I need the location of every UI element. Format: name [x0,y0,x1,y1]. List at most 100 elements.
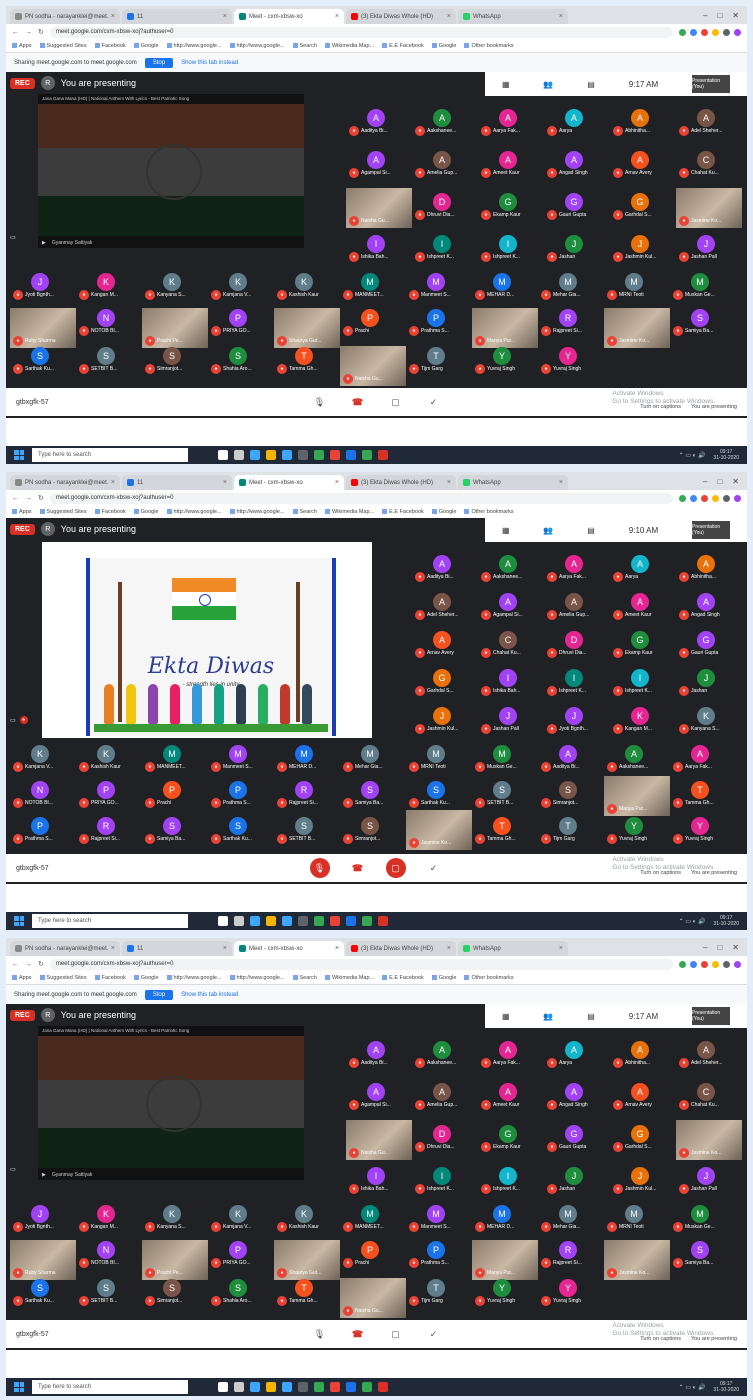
participant-tile[interactable]: A ● Angad Singh [676,592,742,624]
play-icon[interactable]: ▶ [42,1172,46,1178]
raise-hand-button[interactable]: ✓ [424,392,444,412]
participant-tile[interactable]: R ● Rajpreet Si... [538,308,604,340]
participant-video-tile[interactable]: ● Ruby Sharma [10,308,76,348]
participant-tile[interactable]: S ● Sarthak Ku... [406,780,472,812]
camera-button[interactable]: ▢ [386,1324,406,1344]
browser-tab[interactable]: 11 × [122,941,232,956]
bookmark-item[interactable]: http://www.google... [167,975,222,981]
extension-icon[interactable] [679,28,686,36]
participant-video-tile[interactable]: ● Prachi Pe... [142,1240,208,1280]
participant-tile[interactable]: I ● Ishika Bah... [478,668,544,700]
shared-video[interactable]: Jana Gana Mana (HD) | National Anthem Wi… [38,94,304,248]
meeting-code[interactable]: gtbxgfk-57 [16,865,49,872]
participant-tile[interactable]: P ● Prachi [142,780,208,812]
stop-sharing-button[interactable]: Stop [144,58,174,68]
participant-tile[interactable]: A ● Adel Sheher... [676,108,742,140]
bookmark-item[interactable]: http://www.google... [230,43,285,49]
bookmark-item[interactable]: E.E Facebook [382,43,424,49]
participant-tile[interactable]: M ● Manmeet S... [208,744,274,776]
raise-hand-button[interactable]: ✓ [424,1324,444,1344]
participant-tile[interactable]: P ● PRIYA GO... [76,780,142,812]
participant-video-tile[interactable]: ● Naisha Gu... [346,188,412,228]
minimize-icon[interactable]: – [703,477,707,486]
participant-tile[interactable]: G ● Garhdal S... [610,1124,676,1156]
shared-video[interactable]: Jana Gana Mana (HD) | National Anthem Wi… [38,1026,304,1180]
participant-video-tile[interactable]: ● Manya Pur... [604,776,670,816]
participant-tile[interactable]: K ● Kangan M... [76,1204,142,1236]
participant-tile[interactable]: S ● SETBIT B... [472,780,538,812]
taskbar-app-icon[interactable] [298,450,308,460]
browser-tab[interactable]: WhatsApp × [458,475,568,490]
participant-tile[interactable]: M ● MEHAR D... [472,1204,538,1236]
participant-tile[interactable]: S ● Sarthak Ku... [208,816,274,848]
participant-tile[interactable]: S ● SETBIT B... [76,346,142,378]
bookmark-item[interactable]: Google [432,43,457,49]
extension-icon[interactable] [723,494,730,502]
minimize-icon[interactable]: – [703,11,707,20]
captions-button[interactable]: Turn on captions [640,870,681,876]
bookmark-item[interactable]: Facebook [95,43,126,49]
participant-tile[interactable]: A ● Aarya Fak... [478,108,544,140]
camera-button[interactable]: ▢ [385,858,406,878]
participant-video-tile[interactable]: ● Prachi Pe... [142,308,208,348]
participant-tile[interactable]: S ● Sarthak Ku... [10,346,76,378]
chat-icon[interactable]: ▤ [587,80,595,89]
forward-icon[interactable]: → [25,961,32,968]
taskbar-app-icon[interactable] [362,1382,372,1392]
back-icon[interactable]: ← [12,29,19,36]
participant-tile[interactable]: J ● Jashan [544,1166,610,1198]
layout-icon[interactable]: ▦ [502,1012,510,1021]
participant-video-tile[interactable]: ● Manya Pur... [472,1240,538,1280]
participant-tile[interactable]: A ● Amelia Gup... [412,1082,478,1114]
presentation-thumbnail[interactable]: Presentation (You) [692,521,731,539]
participant-tile[interactable]: K ● Kashish Kaur [76,744,142,776]
participant-tile[interactable]: P ● Prathma S... [406,308,472,340]
microphone-button[interactable]: 🎙 [310,392,330,412]
taskbar-app-icon[interactable] [346,916,356,926]
close-tab-icon[interactable]: × [335,945,339,952]
participant-tile[interactable]: C ● Chahat Ku... [676,150,742,182]
participant-tile[interactable]: G ● Gauri Gupta [676,630,742,662]
participant-tile[interactable]: T ● Tijm Garg [538,816,604,848]
browser-tab[interactable]: WhatsApp × [458,941,568,956]
participant-tile[interactable]: M ● MRNI Teoti [406,744,472,776]
participant-tile[interactable]: T ● Tamma Gh... [670,780,736,812]
participant-tile[interactable]: A ● Abhinitha... [610,1040,676,1072]
participant-tile[interactable]: M ● MRNI Teoti [604,1204,670,1236]
participant-tile[interactable]: R ● Rajpreet Si... [274,780,340,812]
browser-tab[interactable]: WhatsApp × [458,9,568,24]
participant-tile[interactable]: A ● Ameet Kaur [478,1082,544,1114]
taskbar-app-icon[interactable] [266,450,276,460]
show-tab-link[interactable]: Show this tab instead [181,60,238,66]
participant-tile[interactable]: M ● Manmeet S... [406,1204,472,1236]
taskbar-app-icon[interactable] [250,1382,260,1392]
back-icon[interactable]: ← [12,961,19,968]
camera-button[interactable]: ▢ [386,392,406,412]
taskbar-app-icon[interactable] [314,450,324,460]
taskbar-app-icon[interactable] [330,1382,340,1392]
browser-tab[interactable]: PN sodha - narayanklei@meet. × [10,941,120,956]
bookmark-item[interactable]: Other bookmarks [464,509,513,515]
participant-tile[interactable]: M ● MANMEET... [340,1204,406,1236]
participant-tile[interactable]: A ● Aarya Fak... [670,744,736,776]
close-tab-icon[interactable]: × [223,479,227,486]
maximize-icon[interactable]: □ [717,943,722,952]
participant-tile[interactable]: A ● Amelia Gup... [544,592,610,624]
close-icon[interactable]: ✕ [732,11,739,20]
extension-icon[interactable] [734,28,741,36]
participant-tile[interactable]: P ● Prathma S... [208,780,274,812]
close-tab-icon[interactable]: × [223,945,227,952]
forward-icon[interactable]: → [25,29,32,36]
extension-icon[interactable] [690,494,697,502]
participant-tile[interactable]: S ● SETBIT B... [274,816,340,848]
participant-tile[interactable]: T ● Tamma Gh... [274,1278,340,1310]
extension-icon[interactable] [734,494,741,502]
participant-tile[interactable]: S ● Simranjot... [142,346,208,378]
participant-tile[interactable]: I ● Ishpreet K... [478,1166,544,1198]
extension-icon[interactable] [712,494,719,502]
taskbar-app-icon[interactable] [234,916,244,926]
url-input[interactable]: meet.google.com/cxm-xbsw-xoj?authuser=0 [49,492,673,504]
participant-tile[interactable]: M ● MRNI Teoti [604,272,670,304]
participant-tile[interactable]: A ● Arnav Avery [610,1082,676,1114]
taskbar-app-icon[interactable] [250,916,260,926]
